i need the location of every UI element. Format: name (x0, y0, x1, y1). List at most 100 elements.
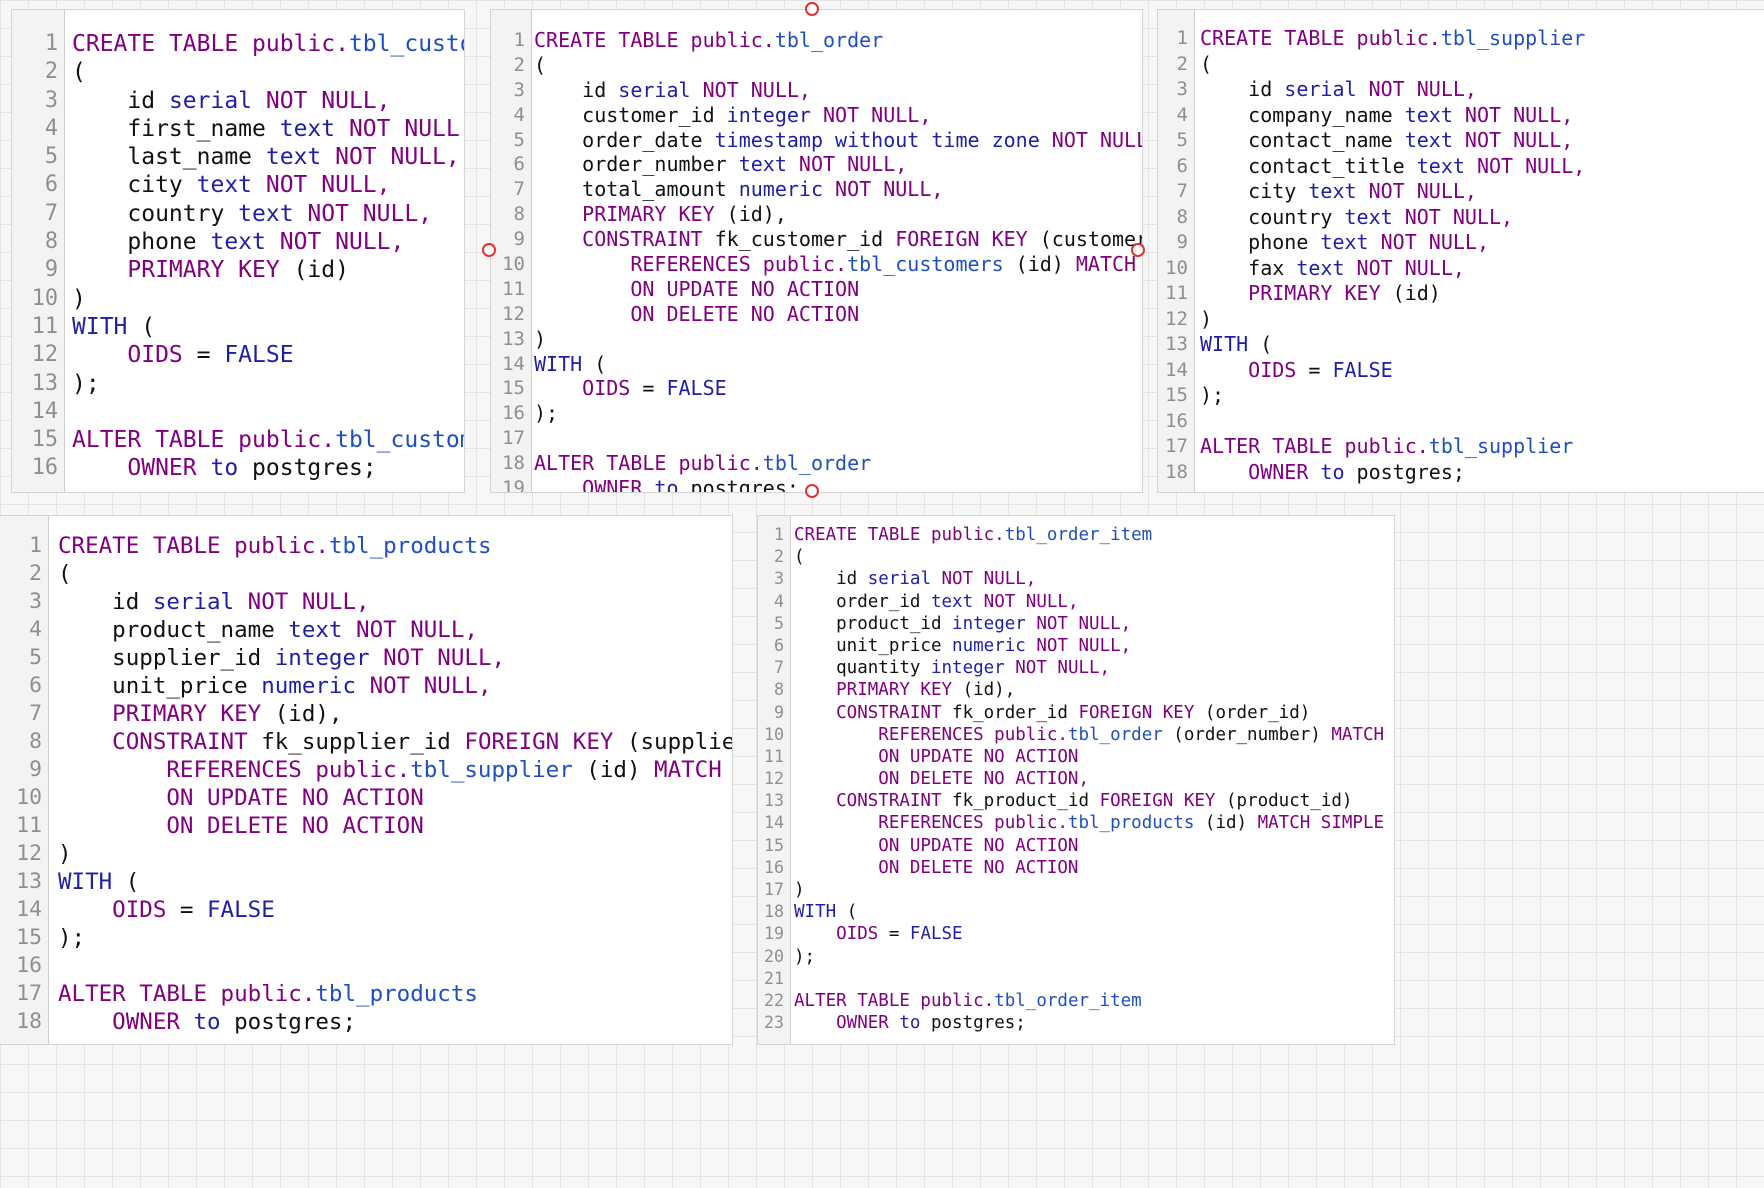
code-line[interactable]: 5 supplier_id integer NOT NULL, (0, 644, 732, 672)
code-lines[interactable]: 1 CREATE TABLE public.tbl_order 2(3 id ser… (491, 28, 1142, 492)
code-line[interactable]: 4 first_name text NOT NULL, (12, 115, 464, 143)
code-line[interactable]: 14 OIDS = FALSE (0, 896, 732, 924)
code-panel-tbl-products[interactable]: 1 CREATE TABLE public.tbl_products 2(3 id … (0, 516, 732, 1044)
code-line[interactable]: 13); (12, 370, 464, 398)
code-line[interactable]: 20); (758, 946, 1394, 968)
code-line[interactable]: 4 order_id text NOT NULL, (758, 591, 1394, 613)
code-line[interactable]: 16 OWNER to postgres; (12, 454, 464, 482)
code-line[interactable]: 14 (12, 398, 464, 426)
selection-handle-bottom[interactable] (805, 484, 819, 498)
code-line[interactable]: 10) (12, 285, 464, 313)
code-lines[interactable]: 1 CREATE TABLE public.tbl_supplier 2(3 id … (1158, 26, 1764, 485)
code-line[interactable]: 7 country text NOT NULL, (12, 200, 464, 228)
code-panel-tbl-customers[interactable]: 1CREATE TABLE public.tbl_customers2(3 id… (12, 10, 464, 492)
code-line[interactable]: 7 quantity integer NOT NULL, (758, 657, 1394, 679)
code-line[interactable]: 1 CREATE TABLE public.tbl_products (0, 532, 732, 560)
code-line[interactable]: 3 id serial NOT NULL, (758, 568, 1394, 590)
code-line[interactable]: 3 id serial NOT NULL, (1158, 77, 1764, 103)
code-lines[interactable]: 1CREATE TABLE public.tbl_customers2(3 id… (12, 30, 464, 483)
code-line[interactable]: 11 ON UPDATE NO ACTION (491, 277, 1142, 302)
code-panel-tbl-order[interactable]: 1 CREATE TABLE public.tbl_order 2(3 id ser… (491, 10, 1142, 492)
code-line[interactable]: 14 REFERENCES public.tbl_products (id) M… (758, 812, 1394, 834)
code-line[interactable]: 6 unit_price numeric NOT NULL, (0, 672, 732, 700)
code-line[interactable]: 17 ALTER TABLE public.tbl_products (0, 980, 732, 1008)
code-line[interactable]: 12 OIDS = FALSE (12, 341, 464, 369)
code-line[interactable]: 2( (1158, 52, 1764, 78)
code-line[interactable]: 17 (491, 426, 1142, 451)
code-line[interactable]: 9 phone text NOT NULL, (1158, 230, 1764, 256)
code-line[interactable]: 7 PRIMARY KEY (id), (0, 700, 732, 728)
code-line[interactable]: 19 OIDS = FALSE (758, 923, 1394, 945)
code-line[interactable]: 8 PRIMARY KEY (id), (758, 679, 1394, 701)
code-line[interactable]: 12) (0, 840, 732, 868)
code-line[interactable]: 14 WITH ( (491, 352, 1142, 377)
code-line[interactable]: 5 last_name text NOT NULL, (12, 143, 464, 171)
code-line[interactable]: 6 unit_price numeric NOT NULL, (758, 635, 1394, 657)
code-line[interactable]: 16 ON DELETE NO ACTION (758, 857, 1394, 879)
code-line[interactable]: 9 CONSTRAINT fk_customer_id FOREIGN KEY … (491, 227, 1142, 252)
selection-handle-top[interactable] (805, 2, 819, 16)
code-line[interactable]: 4 product_name text NOT NULL, (0, 616, 732, 644)
code-line[interactable]: 3 id serial NOT NULL, (12, 87, 464, 115)
code-line[interactable]: 11 ON UPDATE NO ACTION (758, 746, 1394, 768)
code-line[interactable]: 1 CREATE TABLE public.tbl_customers (12, 30, 464, 58)
code-line[interactable]: 17 ALTER TABLE public.tbl_supplier (1158, 434, 1764, 460)
code-line[interactable]: 8 CONSTRAINT fk_supplier_id FOREIGN KEY … (0, 728, 732, 756)
code-line[interactable]: 13 WITH ( (1158, 332, 1764, 358)
code-line[interactable]: 11 ON DELETE NO ACTION (0, 812, 732, 840)
code-lines[interactable]: 1 CREATE TABLE public.tbl_order_item 2(3 i… (758, 524, 1394, 1034)
code-line[interactable]: 8 PRIMARY KEY (id), (491, 202, 1142, 227)
code-line[interactable]: 11 PRIMARY KEY (id) (1158, 281, 1764, 307)
code-line[interactable]: 22 ALTER TABLE public.tbl_order_item (758, 990, 1394, 1012)
code-line[interactable]: 15 OIDS = FALSE (491, 376, 1142, 401)
code-line[interactable]: 12) (1158, 307, 1764, 333)
code-line[interactable]: 9 REFERENCES public.tbl_supplier (id) MA… (0, 756, 732, 784)
code-line[interactable]: 15 ON UPDATE NO ACTION (758, 835, 1394, 857)
selection-handle-left[interactable] (482, 243, 496, 257)
code-line[interactable]: 1 CREATE TABLE public.tbl_order_item (758, 524, 1394, 546)
code-line[interactable]: 5 product_id integer NOT NULL, (758, 613, 1394, 635)
code-line[interactable]: 18 OWNER to postgres; (1158, 460, 1764, 486)
code-line[interactable]: 16 (1158, 409, 1764, 435)
code-line[interactable]: 13) (491, 327, 1142, 352)
code-line[interactable]: 4 company_name text NOT NULL, (1158, 103, 1764, 129)
code-line[interactable]: 21 (758, 968, 1394, 990)
code-line[interactable]: 12 ON DELETE NO ACTION, (758, 768, 1394, 790)
code-line[interactable]: 11 WITH ( (12, 313, 464, 341)
code-line[interactable]: 10 fax text NOT NULL, (1158, 256, 1764, 282)
code-line[interactable]: 3 id serial NOT NULL, (0, 588, 732, 616)
code-line[interactable]: 18 OWNER to postgres; (0, 1008, 732, 1036)
code-line[interactable]: 18 ALTER TABLE public.tbl_order (491, 451, 1142, 476)
code-line[interactable]: 8 country text NOT NULL, (1158, 205, 1764, 231)
selection-handle-right[interactable] (1131, 243, 1145, 257)
code-line[interactable]: 2( (12, 58, 464, 86)
code-line[interactable]: 12 ON DELETE NO ACTION (491, 302, 1142, 327)
code-line[interactable]: 13 CONSTRAINT fk_product_id FOREIGN KEY … (758, 790, 1394, 812)
code-line[interactable]: 5 contact_name text NOT NULL, (1158, 128, 1764, 154)
code-line[interactable]: 13 WITH ( (0, 868, 732, 896)
code-line[interactable]: 9 CONSTRAINT fk_order_id FOREIGN KEY (or… (758, 702, 1394, 724)
code-line[interactable]: 4 customer_id integer NOT NULL, (491, 103, 1142, 128)
code-line[interactable]: 6 city text NOT NULL, (12, 171, 464, 199)
code-line[interactable]: 14 OIDS = FALSE (1158, 358, 1764, 384)
code-line[interactable]: 16); (491, 401, 1142, 426)
code-panel-tbl-supplier[interactable]: 1 CREATE TABLE public.tbl_supplier 2(3 id … (1158, 10, 1764, 492)
code-line[interactable]: 1 CREATE TABLE public.tbl_supplier (1158, 26, 1764, 52)
code-line[interactable]: 2( (491, 53, 1142, 78)
code-line[interactable]: 17) (758, 879, 1394, 901)
code-line[interactable]: 23 OWNER to postgres; (758, 1012, 1394, 1034)
code-line[interactable]: 18 WITH ( (758, 901, 1394, 923)
code-line[interactable]: 2( (758, 546, 1394, 568)
code-line[interactable]: 2( (0, 560, 732, 588)
code-line[interactable]: 1 CREATE TABLE public.tbl_order (491, 28, 1142, 53)
code-line[interactable]: 15); (0, 924, 732, 952)
code-line[interactable]: 9 PRIMARY KEY (id) (12, 256, 464, 284)
code-line[interactable]: 5 order_date timestamp without time zone… (491, 128, 1142, 153)
code-lines[interactable]: 1 CREATE TABLE public.tbl_products 2(3 id … (0, 532, 732, 1036)
code-line[interactable]: 3 id serial NOT NULL, (491, 78, 1142, 103)
code-line[interactable]: 10 REFERENCES public.tbl_customers (id) … (491, 252, 1142, 277)
code-line[interactable]: 6 contact_title text NOT NULL, (1158, 154, 1764, 180)
code-line[interactable]: 15 ALTER TABLE public.tbl_customers (12, 426, 464, 454)
code-line[interactable]: 10 ON UPDATE NO ACTION (0, 784, 732, 812)
code-line[interactable]: 15); (1158, 383, 1764, 409)
